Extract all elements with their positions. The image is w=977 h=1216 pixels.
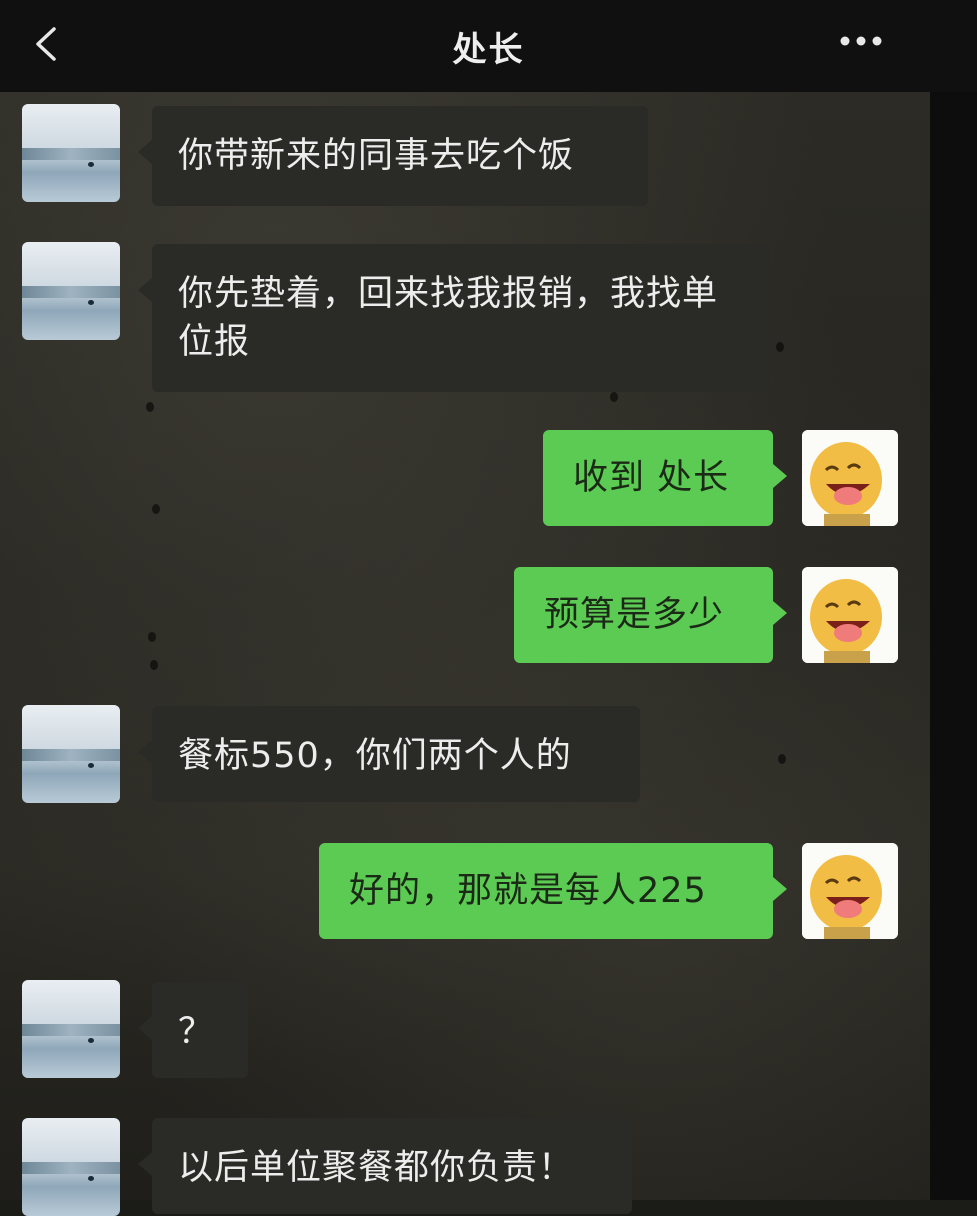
message-bubble-received[interactable]: 你先垫着，回来找我报销，我找单位报 (138, 244, 770, 392)
more-dots-icon[interactable] (838, 34, 884, 48)
smiley-avatar-icon (802, 567, 898, 663)
user-avatar[interactable] (802, 567, 898, 663)
message-bubble-sent[interactable]: 预算是多少 (514, 567, 787, 663)
smiley-avatar-icon (802, 843, 898, 939)
top-bar: 处长 (0, 0, 977, 92)
contact-avatar[interactable] (22, 242, 120, 340)
contact-avatar[interactable] (22, 980, 120, 1078)
chat-title: 处长 (452, 30, 525, 70)
message-bubble-received[interactable]: 餐标550，你们两个人的 (138, 706, 640, 802)
contact-avatar[interactable] (22, 104, 120, 202)
message-bubble-received[interactable]: 你带新来的同事去吃个饭 (138, 106, 648, 206)
contact-avatar[interactable] (22, 1118, 120, 1216)
smiley-avatar-icon (802, 430, 898, 526)
user-avatar[interactable] (802, 430, 898, 526)
message-bubble-sent[interactable]: 好的，那就是每人225 (319, 843, 787, 939)
contact-avatar[interactable] (22, 705, 120, 803)
message-bubble-sent[interactable]: 收到 处长 (543, 430, 787, 526)
message-bubble-received[interactable]: ？ (138, 982, 248, 1078)
user-avatar[interactable] (802, 843, 898, 939)
right-edge (930, 92, 977, 1200)
